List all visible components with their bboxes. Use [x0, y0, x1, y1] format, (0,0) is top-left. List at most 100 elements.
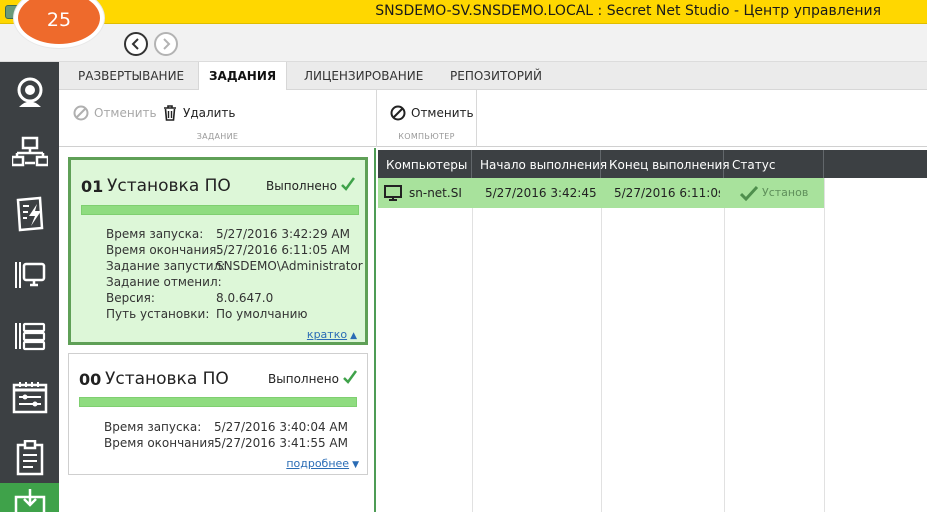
task-group-label: ЗАДАНИЕ — [196, 132, 239, 141]
computers-grid: Компьютеры Начало выполнения Конец выпол… — [378, 150, 927, 512]
calendar-settings-icon — [12, 381, 47, 413]
task-detail-row: Путь установки: По умолчанию — [106, 307, 308, 321]
task-detail-row: Задание отменил: — [106, 275, 222, 289]
app-window: SNSDEMO-SV.SNSDEMO.LOCAL : Secret Net St… — [0, 0, 927, 512]
column-divider — [601, 178, 602, 512]
cancel-icon — [73, 105, 89, 121]
column-divider — [724, 178, 725, 512]
tab-deployment[interactable]: РАЗВЕРТЫВАНИЕ — [74, 62, 188, 90]
detail-value: 5/27/2016 3:41:55 AM — [214, 436, 348, 450]
cell-end: 5/27/2016 6:11:0ѕ — [614, 186, 720, 200]
detail-value: 5/27/2016 6:11:05 AM — [216, 243, 350, 257]
column-header-end[interactable]: Конец выполнения — [601, 150, 730, 178]
column-header-computers[interactable]: Компьютеры — [378, 150, 472, 178]
task-detail-row: Время запуска: 5/27/2016 3:42:29 AM — [106, 227, 350, 241]
computer-group-label: КОМПЬЮТЕР — [398, 132, 455, 141]
caret-up-icon: ▲ — [350, 331, 357, 341]
column-divider — [824, 178, 825, 512]
task-detail-row: Время окончания:5/27/2016 3:41:55 AM — [104, 436, 348, 450]
sidebar-item-servers[interactable] — [0, 305, 59, 366]
forward-button[interactable] — [154, 32, 178, 56]
detail-label: Задание запустил: — [106, 259, 226, 273]
trash-icon — [162, 105, 178, 121]
grid-header: Компьютеры Начало выполнения Конец выпол… — [378, 150, 927, 178]
cell-start: 5/27/2016 3:42:45 — [485, 186, 597, 200]
task-status: Выполнено — [268, 372, 339, 386]
task-card[interactable]: 00 Установка ПО Выполнено Время запуска:… — [68, 353, 368, 475]
detail-value: SNSDEMO\Administrator — [216, 259, 363, 273]
tab-tasks[interactable]: ЗАДАНИЯ — [198, 62, 288, 91]
sidebar-item-reports[interactable] — [0, 427, 59, 488]
checkmark-icon — [341, 177, 355, 191]
column-header-status[interactable]: Статус — [724, 150, 824, 178]
sidebar-item-deploy[interactable] — [0, 483, 59, 512]
tab-licensing[interactable]: ЛИЦЕНЗИРОВАНИЕ — [300, 62, 427, 90]
sidebar-item-computers[interactable] — [0, 244, 59, 305]
cell-computer: sn-net.SI — [384, 178, 472, 208]
task-delete-button[interactable]: Удалить — [162, 104, 236, 122]
table-row[interactable]: sn-net.SI 5/27/2016 3:42:45 5/27/2016 6:… — [378, 178, 824, 208]
task-name: Установка ПО — [107, 176, 231, 196]
servers-icon — [14, 322, 45, 350]
computer-name: sn-net.SI — [409, 186, 462, 200]
main-tabs: РАЗВЕРТЫВАНИЕ ЗАДАНИЯ ЛИЦЕНЗИРОВАНИЕ РЕП… — [59, 62, 927, 91]
detail-label: Время запуска: — [104, 420, 202, 434]
status-text: Установ — [762, 186, 809, 199]
task-progress-bar — [81, 205, 359, 215]
computer-icon — [14, 261, 45, 288]
clipboard-icon — [16, 439, 43, 475]
ribbon: Отменить Удалить ЗАДАНИЕ Отменить КОМПЬЮ… — [59, 90, 927, 147]
collapse-details-label: кратко — [306, 328, 348, 341]
tab-repository[interactable]: РЕПОЗИТОРИЙ — [446, 62, 546, 90]
sidebar-item-schedule[interactable] — [0, 366, 59, 427]
detail-label: Время запуска: — [106, 227, 204, 241]
checkmark-icon — [740, 185, 758, 201]
title-bar: SNSDEMO-SV.SNSDEMO.LOCAL : Secret Net St… — [0, 0, 927, 24]
task-cancel-button[interactable]: Отменить — [73, 104, 157, 122]
collapse-details-link[interactable]: кратко ▲ — [307, 328, 357, 341]
expand-details-label: подробнее — [286, 457, 350, 470]
task-detail-row: Задание запустил:SNSDEMO\Administrator — [106, 259, 363, 273]
column-divider — [472, 178, 473, 512]
task-detail-row: Время запуска: 5/27/2016 3:40:04 AM — [104, 420, 348, 434]
task-list: 01 Установка ПО Выполнено Время запуска:… — [59, 148, 376, 512]
sidebar-item-events[interactable] — [0, 183, 59, 244]
events-log-icon — [16, 196, 43, 231]
arrow-right-icon — [163, 38, 171, 50]
detail-label: Задание отменил: — [106, 275, 222, 289]
task-number: 01 — [81, 177, 104, 196]
task-detail-row: Время окончания:5/27/2016 6:11:05 AM — [106, 243, 350, 257]
computers-hierarchy-icon — [11, 136, 48, 166]
detail-label: Путь установки: — [106, 307, 210, 321]
expand-details-link[interactable]: подробнее ▼ — [286, 457, 359, 470]
task-number: 00 — [79, 370, 102, 389]
sidebar-item-overview[interactable] — [0, 62, 59, 123]
task-cancel-label: Отменить — [94, 106, 157, 120]
detail-value: 8.0.647.0 — [216, 291, 274, 305]
column-header-start[interactable]: Начало выполнения — [472, 150, 607, 178]
task-name: Установка ПО — [105, 369, 229, 389]
task-delete-label: Удалить — [183, 106, 236, 120]
sidebar — [0, 62, 59, 512]
detail-label: Версия: — [106, 291, 155, 305]
detail-label: Время окончания: — [106, 243, 221, 257]
computer-cancel-button[interactable]: Отменить — [390, 104, 474, 122]
network-overview-icon — [17, 77, 42, 107]
back-button[interactable] — [124, 32, 148, 56]
detail-label: Время окончания: — [104, 436, 219, 450]
ribbon-separator — [476, 90, 477, 147]
detail-value: 5/27/2016 3:42:29 AM — [216, 227, 350, 241]
detail-value: 5/27/2016 3:40:04 AM — [214, 420, 348, 434]
window-title: SNSDEMO-SV.SNSDEMO.LOCAL : Secret Net St… — [375, 3, 881, 19]
task-status: Выполнено — [266, 179, 337, 193]
computer-icon — [384, 185, 402, 201]
cancel-icon — [390, 105, 406, 121]
task-card[interactable]: 01 Установка ПО Выполнено Время запуска:… — [68, 157, 368, 345]
deploy-icon — [14, 489, 45, 512]
caret-down-icon: ▼ — [352, 460, 359, 470]
sidebar-item-structure[interactable] — [0, 122, 59, 183]
task-progress-bar — [79, 397, 357, 407]
detail-value: По умолчанию — [216, 307, 308, 321]
cell-status: Установ — [740, 178, 824, 208]
checkmark-icon — [343, 370, 357, 384]
